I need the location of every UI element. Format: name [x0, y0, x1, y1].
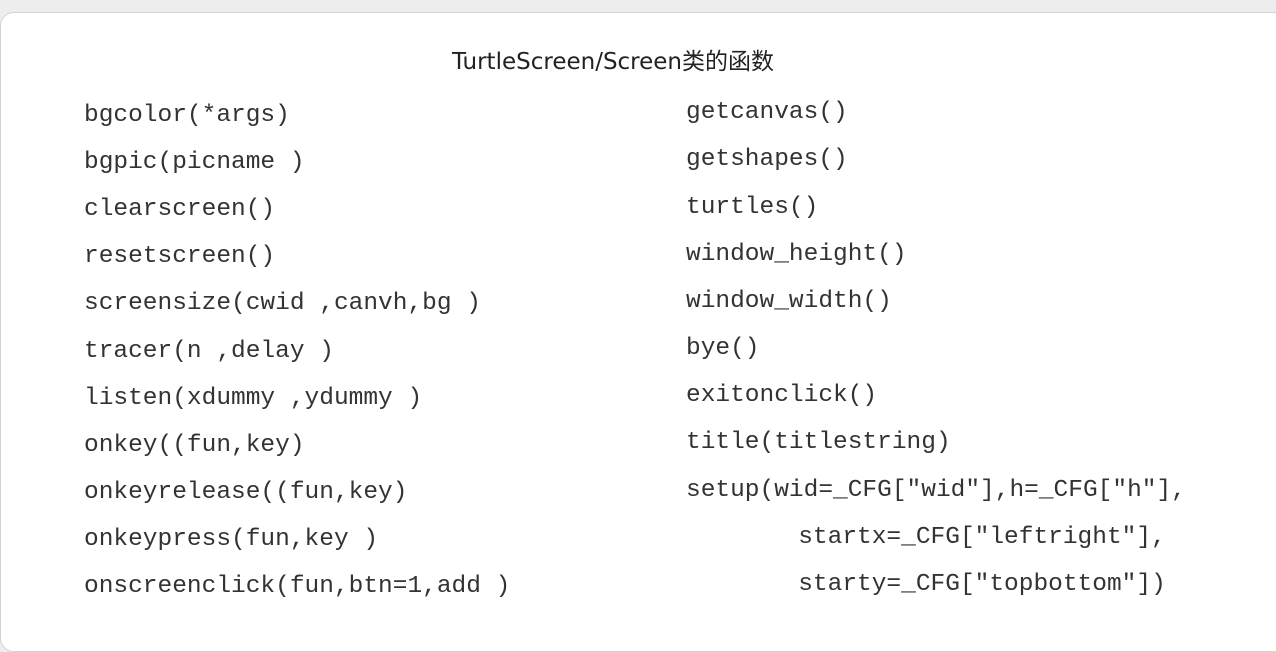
- function-item: getcanvas(): [686, 99, 848, 126]
- function-item: bgcolor(*args): [84, 102, 290, 129]
- function-item: clearscreen(): [84, 196, 276, 223]
- function-item: turtles(): [686, 194, 819, 221]
- function-item: window_height(): [686, 241, 907, 268]
- function-item-continuation: startx=_CFG["leftright"],: [710, 524, 1166, 551]
- function-item: onkeypress(fun,key ): [84, 526, 379, 553]
- function-item: exitonclick(): [686, 382, 878, 409]
- function-item: resetscreen(): [84, 243, 276, 270]
- function-item: onscreenclick(fun,btn=1,add ): [84, 573, 511, 600]
- function-item: setup(wid=_CFG["wid"],h=_CFG["h"],: [686, 477, 1186, 504]
- function-item: window_width(): [686, 288, 892, 315]
- function-item: tracer(n ,delay ): [84, 338, 334, 365]
- function-item: onkey((fun,key): [84, 432, 305, 459]
- function-item: listen(xdummy ,ydummy ): [84, 385, 423, 412]
- function-item: onkeyrelease((fun,key): [84, 479, 408, 506]
- function-item: screensize(cwid ,canvh,bg ): [84, 290, 481, 317]
- function-item: bgpic(picname ): [84, 149, 305, 176]
- page-title: TurtleScreen/Screen类的函数: [451, 49, 775, 75]
- function-item: getshapes(): [686, 146, 848, 173]
- function-item: bye(): [686, 335, 760, 362]
- function-item-continuation: starty=_CFG["topbottom"]): [710, 571, 1166, 598]
- function-item: title(titlestring): [686, 429, 951, 456]
